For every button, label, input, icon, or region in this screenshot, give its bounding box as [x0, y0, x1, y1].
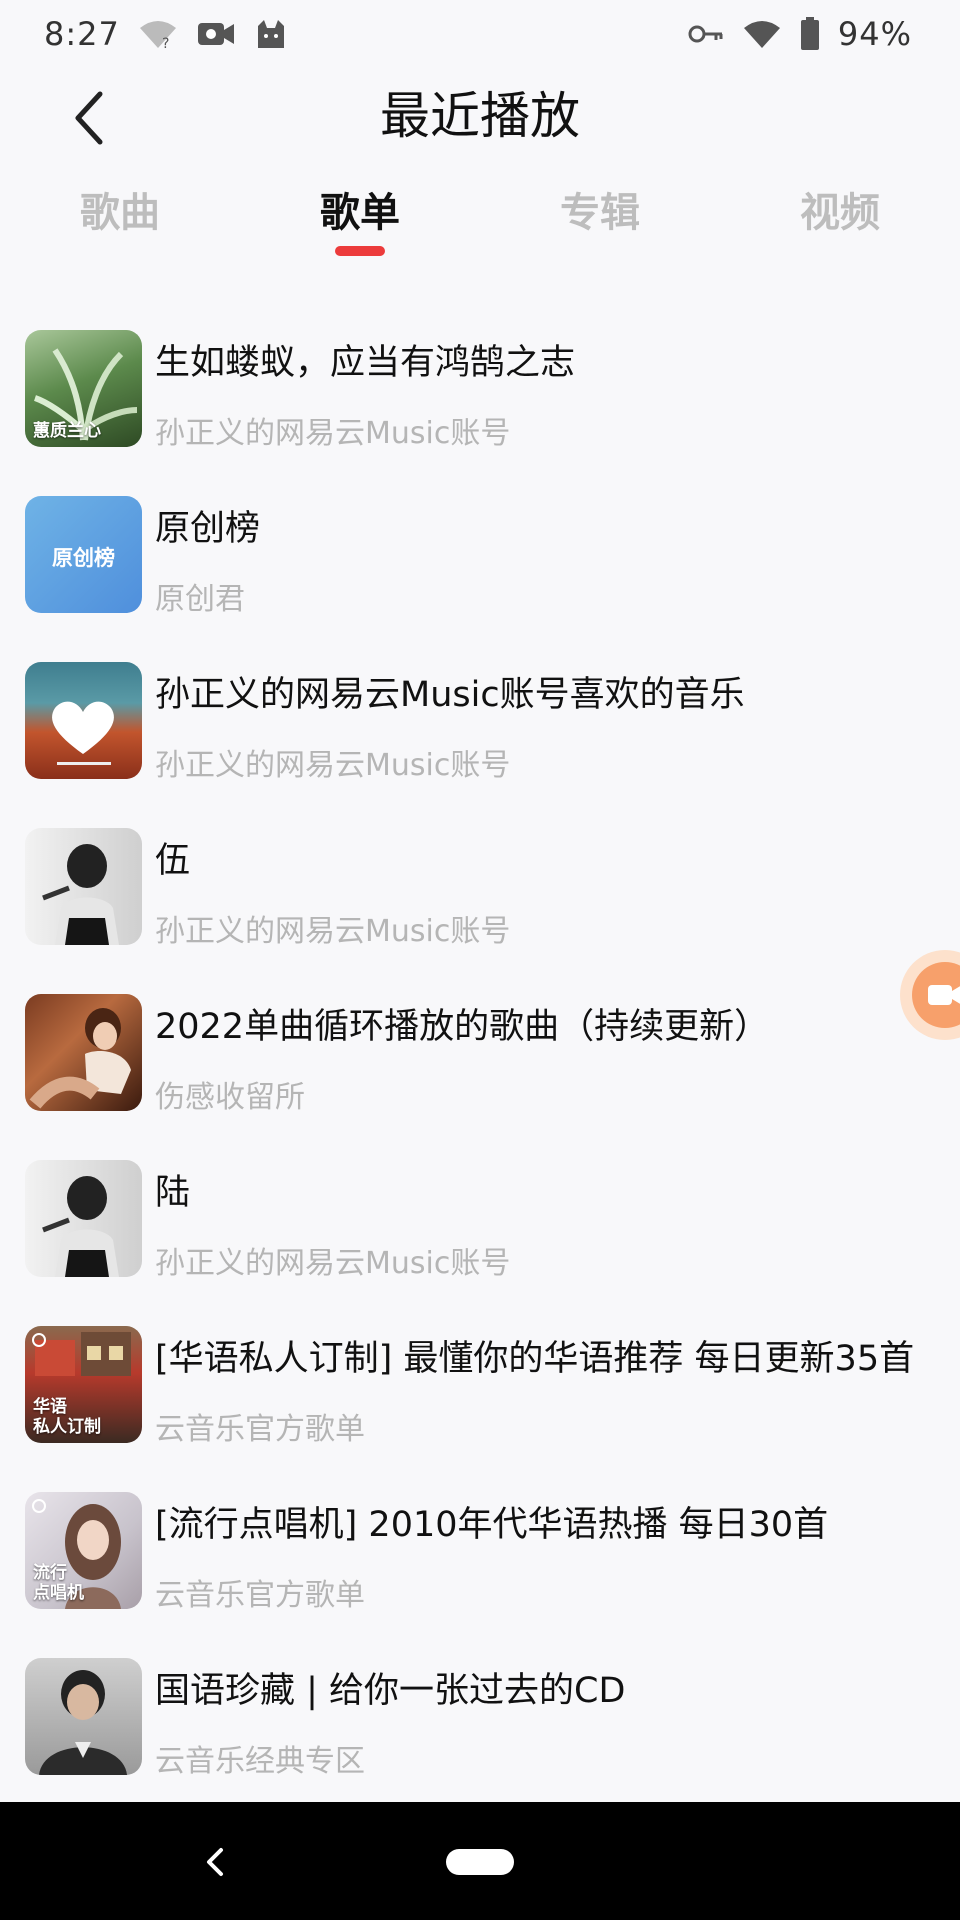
playlist-title: [华语私人订制] 最懂你的华语推荐 每日更新35首 [155, 1339, 915, 1379]
nav-back-icon [207, 1848, 223, 1876]
tab-songs[interactable]: 歌曲 [0, 180, 240, 238]
tab-albums[interactable]: 专辑 [480, 180, 720, 238]
playlist-title: [流行点唱机] 2010年代华语热播 每日30首 [155, 1505, 829, 1545]
cover-caption-line1: 华语 [33, 1397, 67, 1417]
cover-caption: 华语 私人订制 [33, 1397, 101, 1437]
playlist-creator: 孙正义的网易云Music账号 [155, 1246, 511, 1281]
playlist-creator: 孙正义的网易云Music账号 [155, 914, 511, 949]
status-bar: 8:27 ? 94% [0, 0, 960, 68]
cover-caption: 原创榜 [52, 546, 115, 570]
playlist-creator: 伤感收留所 [155, 1080, 305, 1115]
list-item[interactable]: 陆 孙正义的网易云Music账号 [0, 1146, 960, 1312]
playlist-cover [25, 1658, 142, 1775]
playlist-list: 蕙质兰心 生如蝼蚁，应当有鸿鹄之志 孙正义的网易云Music账号 原创榜 原创榜… [0, 316, 960, 1810]
playlist-cover [25, 1160, 142, 1277]
playlist-cover [25, 828, 142, 945]
svg-text:?: ? [162, 36, 169, 50]
wifi-icon [742, 18, 782, 50]
list-item[interactable]: 孙正义的网易云Music账号喜欢的音乐 孙正义的网易云Music账号 [0, 648, 960, 814]
battery-percent: 94% [837, 15, 912, 53]
video-camera-icon [928, 985, 960, 1005]
playlist-cover: 华语 私人订制 [25, 1326, 142, 1443]
list-item[interactable]: 蕙质兰心 生如蝼蚁，应当有鸿鹄之志 孙正义的网易云Music账号 [0, 316, 960, 482]
playlist-creator: 孙正义的网易云Music账号 [155, 748, 511, 783]
system-nav-bar [0, 1802, 960, 1920]
playlist-title: 2022单曲循环播放的歌曲（持续更新） [155, 1007, 770, 1047]
playlist-cover: 流行 点唱机 [25, 1492, 142, 1609]
playlist-title: 陆 [155, 1173, 191, 1213]
playlist-cover [25, 662, 142, 779]
playlist-creator: 云音乐经典专区 [155, 1744, 365, 1779]
home-pill-icon[interactable] [446, 1849, 514, 1875]
cover-caption-line2: 点唱机 [33, 1583, 84, 1603]
playlist-title: 孙正义的网易云Music账号喜欢的音乐 [155, 675, 745, 715]
list-item[interactable]: 伍 孙正义的网易云Music账号 [0, 814, 960, 980]
list-item[interactable]: 国语珍藏 | 给你一张过去的CD 云音乐经典专区 [0, 1644, 960, 1810]
list-item[interactable]: 原创榜 原创榜 原创君 [0, 482, 960, 648]
playlist-title: 伍 [155, 841, 191, 881]
playlist-creator: 孙正义的网易云Music账号 [155, 416, 511, 451]
tab-videos[interactable]: 视频 [720, 180, 960, 238]
battery-icon [800, 17, 820, 51]
nav-back-button[interactable] [195, 1842, 235, 1882]
playlist-cover: 原创榜 [25, 496, 142, 613]
list-item[interactable]: 2022单曲循环播放的歌曲（持续更新） 伤感收留所 [0, 980, 960, 1146]
list-item[interactable]: 流行 点唱机 [流行点唱机] 2010年代华语热播 每日30首 云音乐官方歌单 [0, 1478, 960, 1644]
playlist-cover [25, 994, 142, 1111]
cover-caption-line2: 私人订制 [33, 1417, 101, 1437]
playlist-creator: 原创君 [155, 582, 245, 617]
video-camera-icon [196, 19, 236, 49]
playlist-cover: 蕙质兰心 [25, 330, 142, 447]
playlist-title: 国语珍藏 | 给你一张过去的CD [155, 1671, 626, 1711]
list-item[interactable]: 华语 私人订制 [华语私人订制] 最懂你的华语推荐 每日更新35首 云音乐官方歌… [0, 1312, 960, 1478]
playlist-title: 生如蝼蚁，应当有鸿鹄之志 [155, 343, 576, 383]
active-tab-indicator [335, 246, 385, 256]
playlist-creator: 云音乐官方歌单 [155, 1412, 365, 1447]
playlist-creator: 云音乐官方歌单 [155, 1578, 365, 1613]
status-time: 8:27 [44, 15, 120, 53]
cover-caption: 流行 点唱机 [33, 1563, 84, 1603]
cover-caption: 蕙质兰心 [33, 421, 101, 441]
playlist-title: 原创榜 [155, 509, 261, 549]
tab-playlists[interactable]: 歌单 [240, 180, 480, 238]
heart-icon [52, 701, 114, 754]
cover-caption-line1: 流行 [33, 1563, 67, 1583]
page-title: 最近播放 [380, 87, 580, 145]
wifi-question-icon: ? [138, 18, 178, 50]
vpn-key-icon [688, 22, 724, 46]
cat-icon [254, 18, 288, 50]
tab-bar: 歌曲 歌单 专辑 视频 [0, 180, 960, 270]
